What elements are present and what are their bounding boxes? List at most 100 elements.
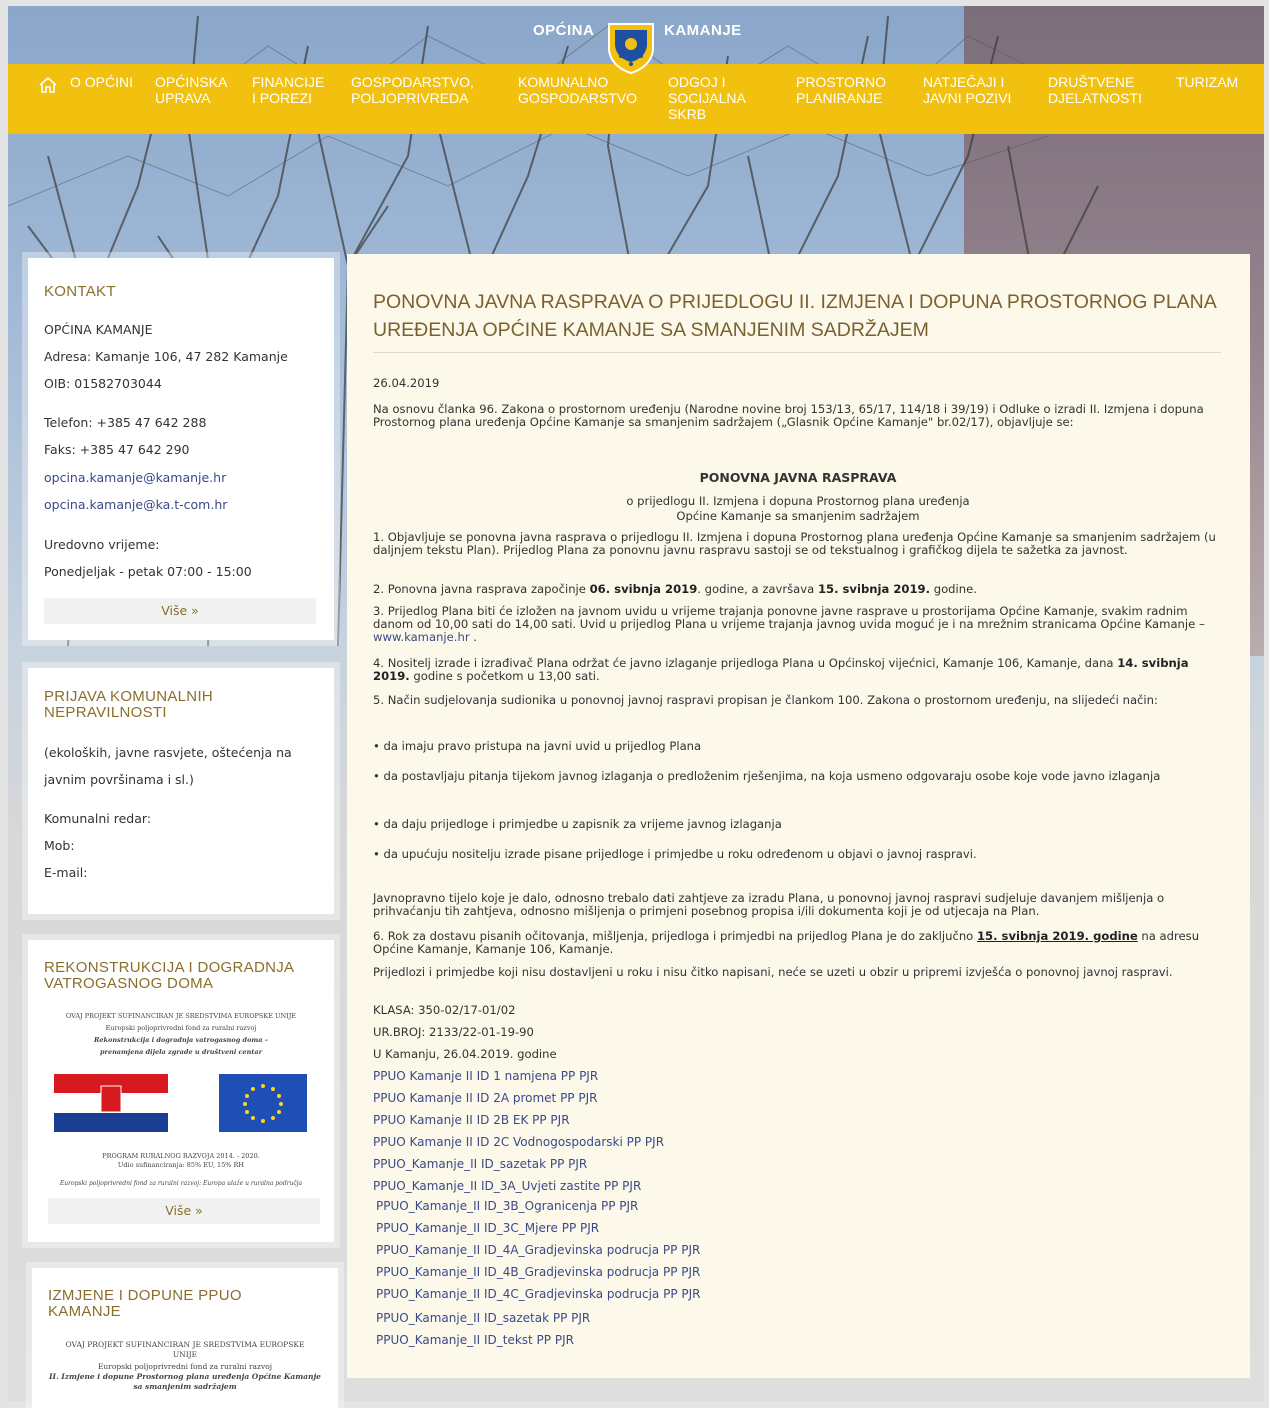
document-link[interactable]: PPUO_Kamanje_II ID_sazetak PP PJR [376,1311,590,1325]
document-link[interactable]: PPUO Kamanje II ID 2B EK PP PJR [373,1113,570,1127]
paragraph-3: 3. Prijedlog Plana biti će izložen na ja… [373,605,1223,644]
document-link[interactable]: PPUO_Kamanje_II ID_3A_Uvjeti zastite PP … [373,1179,641,1193]
paragraph-2-start: 2. Ponovna javna rasprava započinje [373,582,590,596]
paragraph-3-text: 3. Prijedlog Plana biti će izložen na ja… [373,604,1205,631]
article-subheading-2: Općine Kamanje sa smanjenim sadržajem [676,509,920,523]
contact-more-button[interactable]: Više » [44,598,316,624]
end-date: 15. svibnja 2019. [817,582,931,596]
amendments-notice: OVAJ PROJEKT SUFINANCIRAN JE SREDSTVIMA … [44,1340,326,1392]
amendments-notice-line-4: sa smanjenim sadržajem [133,1382,237,1391]
brand-name-left[interactable]: OPĆINA [533,22,594,39]
amendments-title[interactable]: IZMJENE I DOPUNE PPUO KAMANJE [48,1288,288,1320]
eu-notice-line-2: Europski poljoprivredni fond za ruralni … [105,1024,257,1032]
program-notice-line-2: Udio sufinanciranja: 85% EU, 15% RH [117,1161,245,1169]
org-name: OPĆINA KAMANJE [44,322,153,337]
report-desc-2: javnim površinama i sl.) [44,772,194,787]
address: Adresa: Kamanje 106, 47 282 Kamanje [44,349,288,364]
nav-odgoj[interactable]: ODGOJ I SOCIJALNA SKRB [668,74,746,122]
redar-label: Komunalni redar: [44,811,152,826]
deadline-date: 15. svibnja 2019. godine [976,929,1138,943]
document-link[interactable]: PPUO_Kamanje_II ID_3C_Mjere PP PJR [376,1221,599,1235]
brand-name-right[interactable]: KAMANJE [664,22,742,39]
reconstruction-more-button[interactable]: Više » [48,1198,320,1224]
amendments-panel: IZMJENE I DOPUNE PPUO KAMANJE OVAJ PROJE… [32,1268,338,1408]
phone: Telefon: +385 47 642 288 [44,415,207,430]
contact-panel: KONTAKT OPĆINA KAMANJE Adresa: Kamanje 1… [28,258,334,640]
amendments-notice-line-3: II. Izmjene i dopune Prostornog plana ur… [49,1372,321,1381]
document-link[interactable]: PPUO_Kamanje_II ID_3B_Ogranicenja PP PJR [376,1199,638,1213]
article-heading: PONOVNA JAVNA RASPRAVA [699,470,897,485]
document-link[interactable]: PPUO Kamanje II ID 2C Vodnogospodarski P… [373,1135,664,1149]
article-date: 26.04.2019 [373,376,440,390]
paragraph-4: 4. Nositelj izrade i izrađivač Plana odr… [373,657,1223,683]
document-link[interactable]: PPUO Kamanje II ID 2A promet PP PJR [373,1091,597,1105]
email-link-1[interactable]: opcina.kamanje@kamanje.hr [44,470,226,485]
eu-flag-image [219,1074,307,1132]
eu-notice-line-3: Rekonstrukcija i dogradnja vatrogasnog d… [93,1036,269,1044]
reconstruction-panel: REKONSTRUKCIJA I DOGRADNJA VATROGASNOG D… [28,940,334,1242]
fax: Faks: +385 47 642 290 [44,442,190,457]
paragraph-2-middle: . godine, a završava [697,582,818,596]
nav-o-opcini[interactable]: O OPĆINI [70,74,133,90]
paragraph-3-end: . [469,630,477,644]
report-panel: PRIJAVA KOMUNALNIH NEPRAVILNOSTI (ekološ… [28,668,334,914]
bullet-1: • da imaju pravo pristupa na javni uvid … [373,739,702,753]
article-content: PONOVNA JAVNA RASPRAVA O PRIJEDLOGU II. … [347,254,1250,1378]
bullet-4: • da upućuju nositelju izrade pisane pri… [373,847,977,861]
nav-komunalno[interactable]: KOMUNALNO GOSPODARSTVO [518,74,637,106]
paragraph-8: Prijedlozi i primjedbe koji nisu dostavl… [373,965,1173,979]
document-link[interactable]: PPUO Kamanje II ID 1 namjena PP PJR [373,1069,598,1083]
eu-notice-line-4: prenamjena dijela zgrade u društveni cen… [99,1048,263,1056]
article-subheading-1: o prijedlogu II. Izmjena i dopuna Prosto… [626,494,970,508]
document-link[interactable]: PPUO_Kamanje_II ID_4C_Gradjevinska podru… [376,1287,701,1301]
nav-drustvene[interactable]: DRUŠTVENE DJELATNOSTI [1048,74,1142,106]
email-label: E-mail: [44,865,88,880]
article-title: PONOVNA JAVNA RASPRAVA O PRIJEDLOGU II. … [373,291,1216,341]
email-link-2[interactable]: opcina.kamanje@ka.t-com.hr [44,497,227,512]
urbroj: UR.BROJ: 2133/22-01-19-90 [373,1025,534,1039]
document-link[interactable]: PPUO_Kamanje_II ID_tekst PP PJR [376,1333,574,1347]
document-link[interactable]: PPUO_Kamanje_II ID_sazetak PP PJR [373,1157,587,1171]
nav-turizam[interactable]: TURIZAM [1176,74,1238,90]
mob-label: Mob: [44,838,75,853]
municipality-crest-logo[interactable] [607,22,655,74]
bullet-3: • da daju prijedloge i primjedbe u zapis… [373,817,782,831]
paragraph-4-end: godine s početkom u 13,00 sati. [409,669,600,683]
hours-label: Uredovno vrijeme: [44,537,160,552]
paragraph-7: 6. Rok za dostavu pisanih očitovanja, mi… [373,930,1223,956]
document-link[interactable]: PPUO_Kamanje_II ID_4A_Gradjevinska podru… [376,1243,700,1257]
eafrd-slogan: Europski poljoprivredni fond za ruralni … [59,1180,303,1187]
article-intro: Na osnovu članka 96. Zakona o prostornom… [373,402,1204,429]
nav-prostorno[interactable]: PROSTORNO PLANIRANJE [796,74,886,106]
klasa: KLASA: 350-02/17-01/02 [373,1003,516,1017]
reconstruction-title[interactable]: REKONSTRUKCIJA I DOGRADNJA VATROGASNOG D… [44,960,324,992]
paragraph-2-end: godine. [930,582,977,596]
nav-natjecaji[interactable]: NATJEČAJI I JAVNI POZIVI [923,74,1011,106]
nav-opcinska-uprava[interactable]: OPĆINSKA UPRAVA [155,74,227,106]
home-icon[interactable] [38,76,58,94]
paragraph-5: 5. Način sudjelovanja sudionika u ponovn… [373,693,1158,707]
program-notice: PROGRAM RURALNOG RAZVOJA 2014. - 2020. U… [40,1152,322,1170]
contact-title: KONTAKT [44,283,116,300]
eu-notice: OVAJ PROJEKT SUFINANCIRAN JE SREDSTVIMA … [40,1010,322,1058]
paragraph-4-text: 4. Nositelj izrade i izrađivač Plana odr… [373,656,1118,670]
nav-financije[interactable]: FINANCIJE I POREZI [252,74,324,106]
amendments-notice-line-1b: UNIJE [172,1350,198,1359]
eu-notice-line-1: OVAJ PROJEKT SUFINANCIRAN JE SREDSTVIMA … [65,1012,297,1020]
amendments-notice-line-1: OVAJ PROJEKT SUFINANCIRAN JE SREDSTVIMA … [65,1340,305,1349]
title-divider [373,352,1221,353]
start-date: 06. svibnja 2019 [589,582,698,596]
report-desc-1: (ekoloških, javne rasvjete, oštećenja na [44,745,292,760]
nav-gospodarstvo[interactable]: GOSPODARSTVO, POLJOPRIVREDA [351,74,474,106]
paragraph-6: Javnopravno tijelo koje je dalo, odnosno… [373,891,1165,918]
website-link[interactable]: www.kamanje.hr [373,630,470,644]
croatia-flag-image [54,1074,168,1132]
paragraph-7-text: 6. Rok za dostavu pisanih očitovanja, mi… [373,929,977,943]
amendments-notice-line-2: Europski poljoprivredni fond za ruralni … [97,1362,273,1371]
report-title[interactable]: PRIJAVA KOMUNALNIH NEPRAVILNOSTI [44,689,304,721]
document-link[interactable]: PPUO_Kamanje_II ID_4B_Gradjevinska podru… [376,1265,700,1279]
oib: OIB: 01582703044 [44,376,162,391]
paragraph-2: 2. Ponovna javna rasprava započinje 06. … [373,583,1223,596]
place-date: U Kamanju, 26.04.2019. godine [373,1047,557,1061]
bullet-2: • da postavljaju pitanja tijekom javnog … [373,769,1161,783]
